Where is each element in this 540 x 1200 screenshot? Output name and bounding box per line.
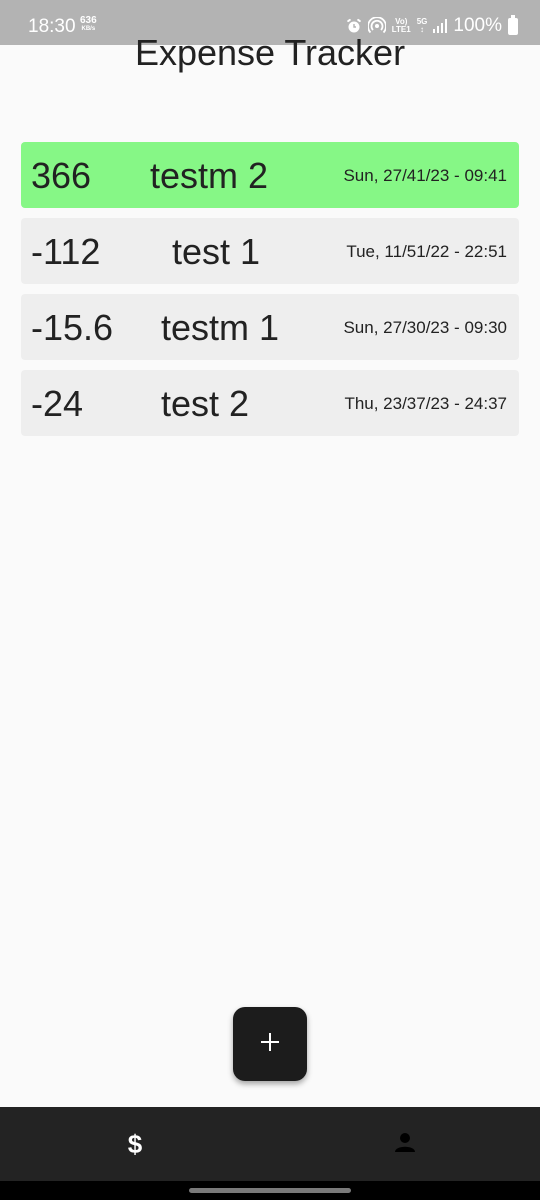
transaction-date: Sun, 27/30/23 - 09:30 — [343, 318, 507, 337]
transaction-amount: -112 — [31, 231, 101, 272]
transaction-date: Thu, 23/37/23 - 24:37 — [344, 394, 507, 413]
network-speed: 636 KB/s — [80, 15, 97, 33]
transaction-row[interactable]: 366 testm 2 Sun, 27/41/23 - 09:41 — [21, 142, 519, 208]
transaction-row[interactable]: -112 test 1 Tue, 11/51/22 - 22:51 — [21, 218, 519, 284]
transaction-amount: -15.6 — [31, 307, 114, 348]
plus-icon — [260, 1032, 280, 1057]
transaction-list: 366 testm 2 Sun, 27/41/23 - 09:41 -112 t… — [21, 142, 519, 446]
add-transaction-button[interactable] — [233, 1007, 307, 1081]
signal-icon — [433, 19, 448, 33]
nav-expenses[interactable]: $ — [0, 1107, 270, 1181]
transaction-row[interactable]: -24 test 2 Thu, 23/37/23 - 24:37 — [21, 370, 519, 436]
transaction-amount: 366 — [31, 155, 92, 196]
transaction-name: testm 1 — [160, 307, 280, 348]
person-icon — [393, 1130, 417, 1159]
transaction-amount: -24 — [31, 383, 84, 424]
transaction-name: test 1 — [171, 231, 261, 272]
network-speed-value: 636 — [80, 15, 97, 26]
home-indicator[interactable] — [189, 1188, 351, 1193]
transaction-name: test 2 — [160, 383, 250, 424]
transaction-name: testm 2 — [149, 155, 269, 196]
system-nav-bar — [0, 1181, 540, 1200]
nav-profile[interactable] — [270, 1107, 540, 1181]
page-title: Expense Tracker — [134, 32, 406, 73]
transaction-row[interactable]: -15.6 testm 1 Sun, 27/30/23 - 09:30 — [21, 294, 519, 360]
transaction-date: Sun, 27/41/23 - 09:41 — [343, 166, 507, 185]
bottom-nav: $ — [0, 1107, 540, 1181]
dollar-icon: $ — [127, 1128, 143, 1159]
transaction-date: Tue, 11/51/22 - 22:51 — [346, 242, 507, 261]
